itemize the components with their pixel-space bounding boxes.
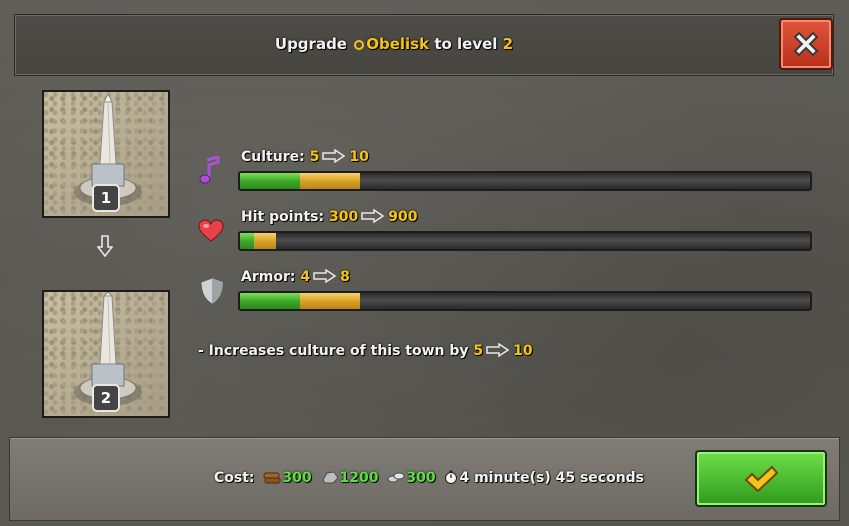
level-badge-next: 2 (92, 384, 120, 412)
wood-cost: 300 (282, 470, 312, 486)
next-building-image: 2 (42, 290, 170, 418)
heart-icon (198, 219, 224, 242)
stone-cost: 1200 (339, 470, 379, 486)
close-icon (793, 31, 819, 57)
target-level: 2 (502, 35, 514, 53)
stone-icon (321, 471, 339, 484)
music-note-icon (199, 156, 220, 184)
silver-cost: 300 (406, 470, 436, 486)
hitpoints-bar-current (240, 233, 254, 249)
building-link-icon (354, 40, 365, 50)
stopwatch-icon (445, 470, 458, 484)
dialog-title: Upgrade Obelisk to level 2 (274, 35, 514, 53)
armor-progress-bar (238, 291, 812, 311)
wood-icon (263, 472, 281, 484)
arrow-right-icon (313, 269, 337, 283)
arrow-right-icon (361, 209, 385, 223)
shield-icon (200, 277, 224, 305)
stat-hitpoints-label: Hit points: 300 900 (241, 209, 418, 225)
hitpoints-bar-next (254, 233, 276, 249)
confirm-upgrade-button[interactable] (695, 450, 827, 507)
checkmark-icon (744, 465, 779, 492)
level-badge-current: 1 (92, 184, 120, 212)
current-building-image: 1 (42, 90, 170, 218)
armor-bar-next (300, 293, 360, 309)
culture-bar-current (240, 173, 300, 189)
build-time: 4 minute(s) 45 seconds (459, 470, 645, 486)
arrow-down-icon (97, 235, 113, 257)
arrow-right-icon (486, 343, 510, 357)
stat-armor-label: Armor: 48 (241, 269, 350, 285)
upgrade-cost: Cost: 300 1200 300 4 minute(s) 45 second… (214, 470, 645, 486)
building-name[interactable]: Obelisk (366, 35, 429, 53)
dialog-header: Upgrade Obelisk to level 2 (14, 14, 834, 76)
armor-bar-current (240, 293, 300, 309)
close-button[interactable] (779, 18, 833, 70)
culture-progress-bar (238, 171, 812, 191)
hitpoints-progress-bar (238, 231, 812, 251)
arrow-right-icon (322, 149, 346, 163)
stat-culture-label: Culture: 5 10 (241, 149, 369, 165)
silver-coins-icon (387, 472, 405, 483)
culture-bar-next (300, 173, 360, 189)
upgrade-description: - Increases culture of this town by 5 10 (198, 343, 533, 359)
